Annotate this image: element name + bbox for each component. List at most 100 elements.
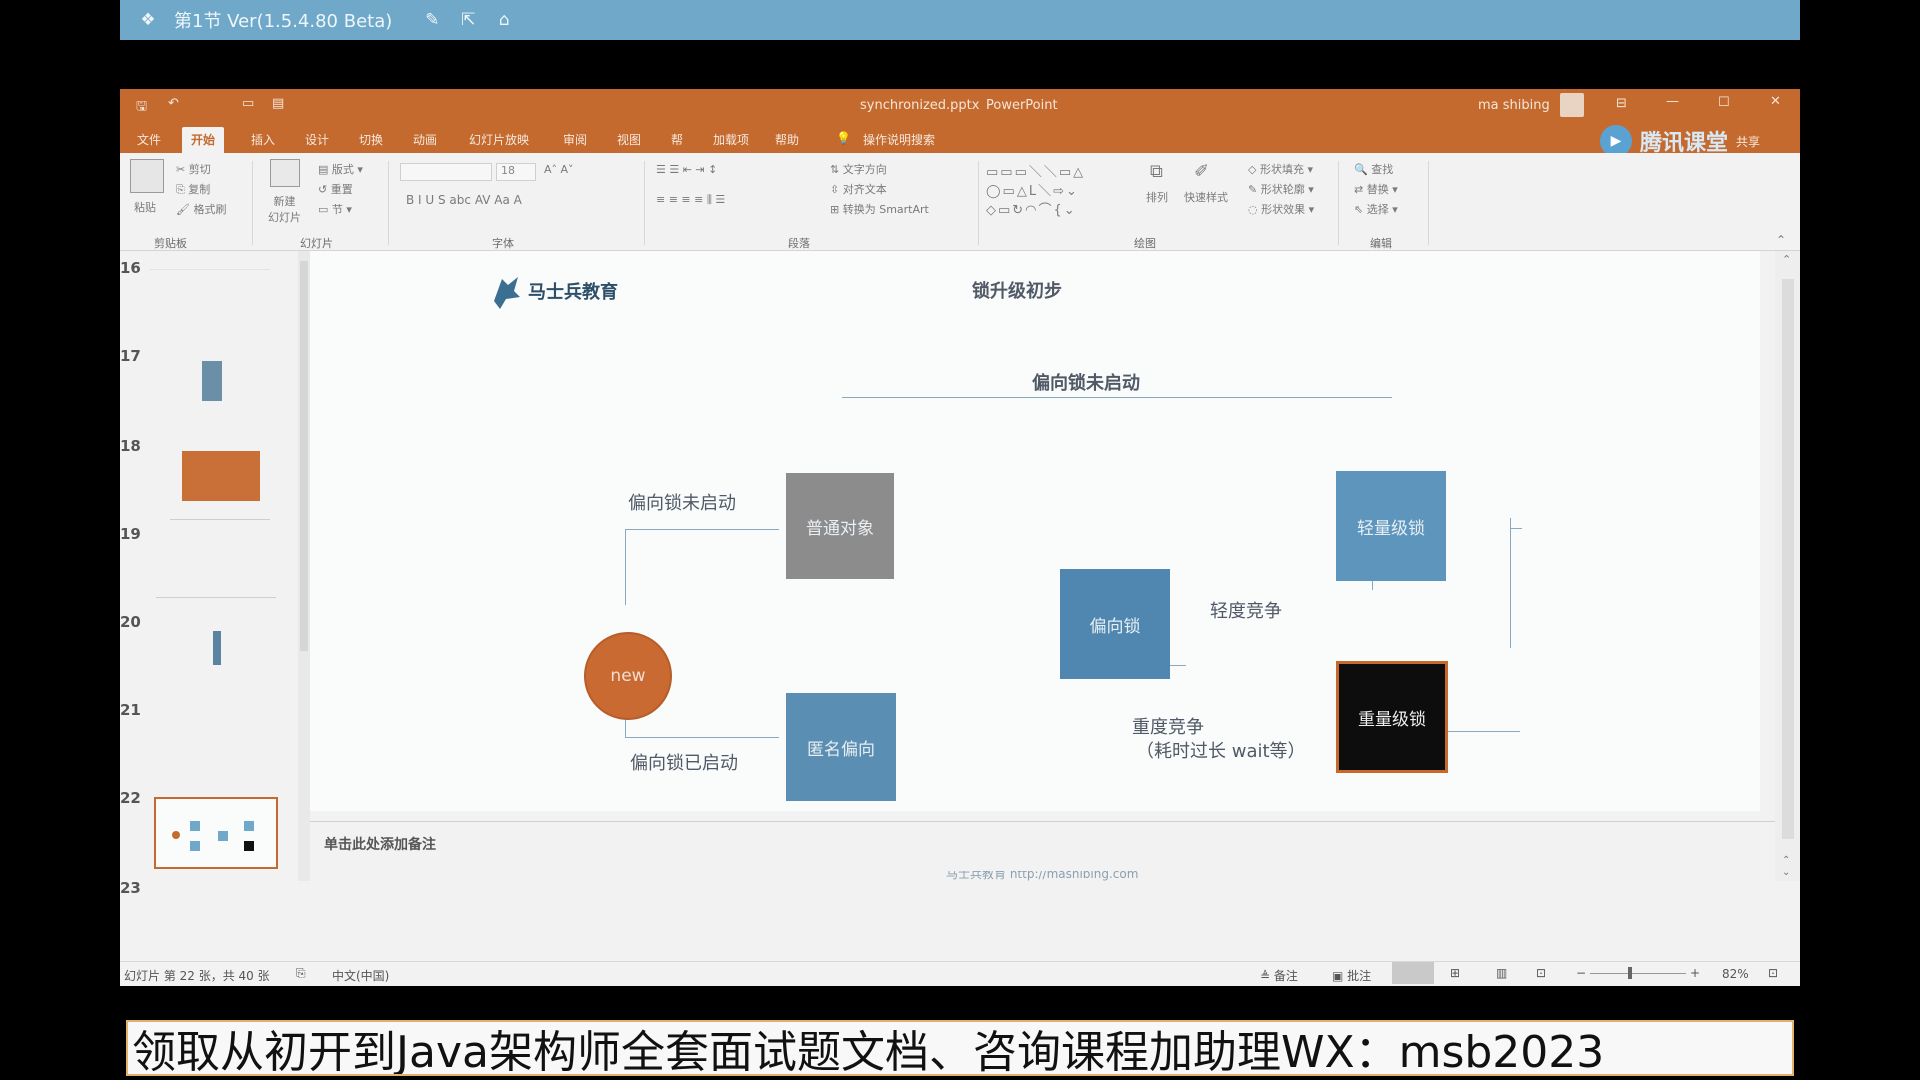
- paste-button[interactable]: 粘贴: [134, 199, 156, 215]
- slide-count: 幻灯片 第 22 张，共 40 张: [124, 969, 270, 983]
- align-buttons[interactable]: ≡ ≡ ≡ ≡ ⫼ ☰: [656, 193, 725, 207]
- slide-thumbnail-20[interactable]: [213, 631, 221, 665]
- zoom-slider-handle[interactable]: [1628, 967, 1632, 979]
- tab-review[interactable]: 审阅: [554, 127, 596, 153]
- grow-font-icon[interactable]: A˄ A˅: [544, 163, 574, 176]
- paste-icon[interactable]: [130, 159, 164, 193]
- share-label[interactable]: 共享: [1736, 133, 1760, 150]
- biased-lock-node[interactable]: 偏向锁: [1060, 569, 1170, 679]
- home-icon[interactable]: ⌂: [494, 10, 514, 30]
- notes-toggle[interactable]: ≜ 备注: [1260, 967, 1298, 984]
- zoom-slider[interactable]: [1590, 973, 1686, 974]
- font-size-box[interactable]: 18: [496, 163, 536, 181]
- quick-styles-button[interactable]: 快速样式: [1184, 189, 1228, 205]
- slide-thumbnail-18[interactable]: [182, 451, 260, 501]
- align-text-button[interactable]: ⇳ 对齐文本: [830, 181, 887, 197]
- tab-view[interactable]: 视图: [608, 127, 650, 153]
- customize-icon[interactable]: ▤: [272, 96, 284, 111]
- tab-slideshow[interactable]: 幻灯片放映: [460, 127, 538, 153]
- zoom-level[interactable]: 82%: [1722, 967, 1749, 981]
- format-painter-button[interactable]: 🖌 格式刷: [176, 201, 226, 217]
- shape-effects-button[interactable]: ◌ 形状效果 ▾: [1248, 201, 1314, 217]
- shape-fill-button[interactable]: ◇ 形状填充 ▾: [1248, 161, 1313, 177]
- fit-to-window-icon[interactable]: ⊡: [1768, 966, 1778, 980]
- tab-help[interactable]: 帮助: [766, 127, 808, 153]
- edit-icon[interactable]: ✎: [422, 10, 442, 30]
- new-slide-icon[interactable]: [270, 159, 300, 187]
- minimize-icon[interactable]: —: [1666, 94, 1679, 109]
- notes-placeholder[interactable]: 单击此处添加备注: [324, 834, 436, 854]
- spellcheck-icon[interactable]: ⎘: [296, 966, 306, 981]
- language-indicator[interactable]: 中文(中国): [332, 967, 389, 984]
- tell-me-search[interactable]: 操作说明搜索: [854, 127, 944, 153]
- slide-scrollbar[interactable]: ⌃ ⌃ ⌄: [1775, 251, 1800, 881]
- present-icon[interactable]: ▭: [242, 96, 254, 111]
- slide-thumbnail-19[interactable]: [170, 519, 270, 520]
- group-editing: 编辑: [1370, 237, 1392, 250]
- slideshow-icon[interactable]: ⊡: [1536, 966, 1546, 980]
- label-light-contention: 轻度竞争: [1210, 601, 1282, 622]
- tab-insert[interactable]: 插入: [242, 127, 284, 153]
- font-format-buttons[interactable]: B I U S abc AV Aa A: [406, 193, 522, 207]
- avatar[interactable]: [1560, 93, 1584, 117]
- maximize-icon[interactable]: ☐: [1718, 95, 1730, 110]
- scroll-thumb[interactable]: [1782, 279, 1794, 839]
- tab-design[interactable]: 设计: [296, 127, 338, 153]
- reset-button[interactable]: ↺ 重置: [318, 181, 353, 197]
- tab-help-short[interactable]: 帮: [662, 127, 692, 153]
- section-button[interactable]: ▭ 节 ▾: [318, 201, 352, 217]
- list-buttons[interactable]: ☰ ☰ ⇤ ⇥ ↕: [656, 163, 717, 176]
- slide-sorter-icon[interactable]: ⊞: [1450, 966, 1460, 980]
- shape-outline-button[interactable]: ✎ 形状轮廓 ▾: [1248, 181, 1314, 197]
- heavyweight-lock-node[interactable]: 重量级锁: [1336, 661, 1448, 773]
- undo-icon[interactable]: ↶: [168, 96, 179, 111]
- cut-button[interactable]: ✂ 剪切: [176, 161, 211, 177]
- thumbnails-scrollbar[interactable]: [298, 251, 310, 881]
- normal-view-button[interactable]: [1392, 962, 1434, 984]
- ribbon-options-icon[interactable]: ⊟: [1616, 96, 1627, 111]
- new-node[interactable]: new: [584, 632, 672, 720]
- notes-pane[interactable]: 单击此处添加备注: [310, 821, 1775, 871]
- slide-number-21: 21: [120, 701, 141, 719]
- smartart-button[interactable]: ⊞ 转换为 SmartArt: [830, 201, 929, 217]
- slide-thumbnail-17[interactable]: [202, 361, 222, 401]
- lightweight-lock-node[interactable]: 轻量级锁: [1336, 471, 1446, 581]
- share-icon[interactable]: ⇱: [458, 10, 478, 30]
- copy-button[interactable]: ⎘ 复制: [176, 181, 210, 197]
- slide-thumbnail-16[interactable]: [150, 269, 270, 270]
- prev-slide-icon[interactable]: ⌃: [1782, 855, 1790, 866]
- tab-animations[interactable]: 动画: [404, 127, 446, 153]
- reading-view-icon[interactable]: ▥: [1496, 966, 1507, 980]
- tab-transitions[interactable]: 切换: [350, 127, 392, 153]
- save-icon[interactable]: 🖫: [136, 97, 147, 119]
- zoom-in-icon[interactable]: +: [1690, 966, 1700, 980]
- find-button[interactable]: 🔍 查找: [1354, 161, 1393, 177]
- font-name-box[interactable]: [400, 163, 492, 181]
- connector-line: [1510, 528, 1522, 529]
- layout-button[interactable]: ▤ 版式 ▾: [318, 161, 363, 177]
- scroll-thumb[interactable]: [300, 261, 308, 651]
- quick-styles-icon[interactable]: ✐: [1194, 161, 1209, 182]
- anonymous-bias-node[interactable]: 匿名偏向: [786, 693, 896, 801]
- tab-file[interactable]: 文件: [128, 127, 170, 153]
- tab-addins[interactable]: 加载项: [704, 127, 758, 153]
- slide-thumbnail-22-selected[interactable]: [154, 797, 278, 869]
- slide-canvas[interactable]: 马士兵教育 锁升级初步 偏向锁未启动 new 偏向锁未启动 偏向锁已启动 普通对…: [310, 251, 1760, 881]
- replace-button[interactable]: ⇄ 替换 ▾: [1354, 181, 1398, 197]
- select-button[interactable]: ⇖ 选择 ▾: [1354, 201, 1398, 217]
- comments-toggle[interactable]: ▣ 批注: [1332, 967, 1371, 984]
- arrange-icon[interactable]: ⧉: [1150, 161, 1163, 182]
- ribbon-separator: [978, 161, 979, 245]
- arrange-button[interactable]: 排列: [1146, 189, 1168, 205]
- new-slide-button[interactable]: 新建 幻灯片: [268, 193, 301, 225]
- label-heavy-contention: 重度竞争: [1132, 717, 1204, 738]
- shapes-gallery[interactable]: ▭▭▭＼＼▭△ ◯▭△L＼⇨⌄ ◇▭↻◠⌒{⌄: [986, 161, 1085, 218]
- close-icon[interactable]: ✕: [1770, 94, 1781, 109]
- collapse-ribbon-icon[interactable]: ⌃: [1776, 233, 1786, 247]
- normal-object-node[interactable]: 普通对象: [786, 473, 894, 579]
- tab-home[interactable]: 开始: [182, 127, 225, 153]
- text-direction-button[interactable]: ⇅ 文字方向: [830, 161, 887, 177]
- next-slide-icon[interactable]: ⌄: [1782, 867, 1790, 878]
- scroll-up-icon[interactable]: ⌃: [1782, 253, 1791, 266]
- zoom-out-icon[interactable]: −: [1576, 966, 1586, 980]
